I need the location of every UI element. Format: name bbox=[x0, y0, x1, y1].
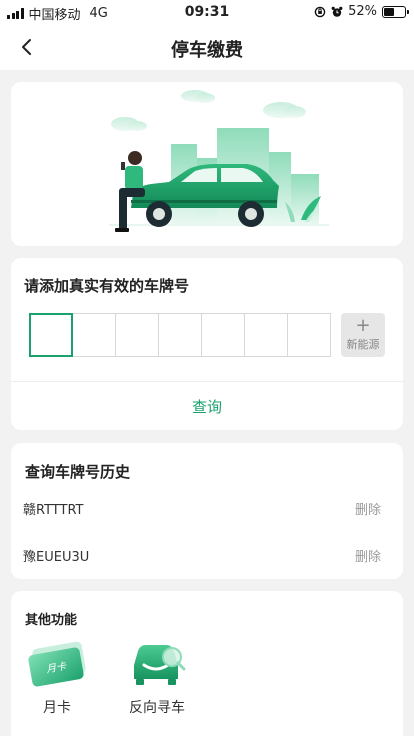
find-car-button[interactable]: 反向寻车 bbox=[117, 635, 197, 717]
plate-char-3[interactable] bbox=[115, 313, 159, 357]
other-functions-title: 其他功能 bbox=[25, 613, 78, 628]
monthly-card-button[interactable]: 月卡 月卡 bbox=[17, 635, 97, 717]
history-plate: 豫EUEU3U bbox=[23, 549, 90, 565]
alarm-icon bbox=[331, 6, 343, 17]
plate-char-4[interactable] bbox=[158, 313, 202, 357]
history-plate: 赣RTTTRT bbox=[23, 502, 84, 518]
plate-char-5[interactable] bbox=[201, 313, 245, 357]
plus-icon: + bbox=[355, 315, 371, 336]
monthly-card-label: 月卡 bbox=[43, 700, 71, 716]
delete-button[interactable]: 删除 bbox=[355, 546, 381, 565]
find-car-label: 反向寻车 bbox=[129, 700, 185, 716]
history-row[interactable]: 豫EUEU3U 删除 bbox=[11, 535, 403, 575]
plate-char-1[interactable] bbox=[29, 313, 73, 357]
history-row[interactable]: 赣RTTTRT 删除 bbox=[11, 488, 403, 528]
plate-input-title: 请添加真实有效的车牌号 bbox=[24, 277, 190, 295]
page-title: 停车缴费 bbox=[171, 40, 243, 61]
plate-input-card: 请添加真实有效的车牌号 + 新能源 查询 bbox=[11, 258, 403, 430]
other-functions-card: 其他功能 月卡 月卡 反向寻车 bbox=[11, 591, 403, 736]
battery-icon bbox=[382, 5, 409, 18]
banner-card bbox=[11, 82, 403, 246]
plate-input-row bbox=[29, 313, 331, 357]
battery-percent: 52% bbox=[348, 4, 377, 19]
rotation-lock-icon bbox=[314, 6, 326, 17]
history-card: 查询车牌号历史 赣RTTTRT 删除 豫EUEU3U 删除 bbox=[11, 443, 403, 579]
delete-button[interactable]: 删除 bbox=[355, 499, 381, 518]
monthly-card-icon: 月卡 bbox=[28, 641, 86, 687]
history-title: 查询车牌号历史 bbox=[25, 463, 131, 481]
parking-illustration bbox=[109, 90, 329, 232]
new-energy-label: 新能源 bbox=[346, 338, 380, 351]
plate-char-6[interactable] bbox=[244, 313, 288, 357]
plate-char-7[interactable] bbox=[287, 313, 331, 357]
query-button[interactable]: 查询 bbox=[11, 382, 403, 430]
nav-bar: 停车缴费 bbox=[0, 24, 414, 70]
new-energy-button[interactable]: + 新能源 bbox=[341, 313, 385, 357]
plate-char-2[interactable] bbox=[72, 313, 116, 357]
status-bar: 中国移动 4G 09:31 52% bbox=[0, 0, 414, 24]
find-car-icon bbox=[134, 645, 186, 685]
